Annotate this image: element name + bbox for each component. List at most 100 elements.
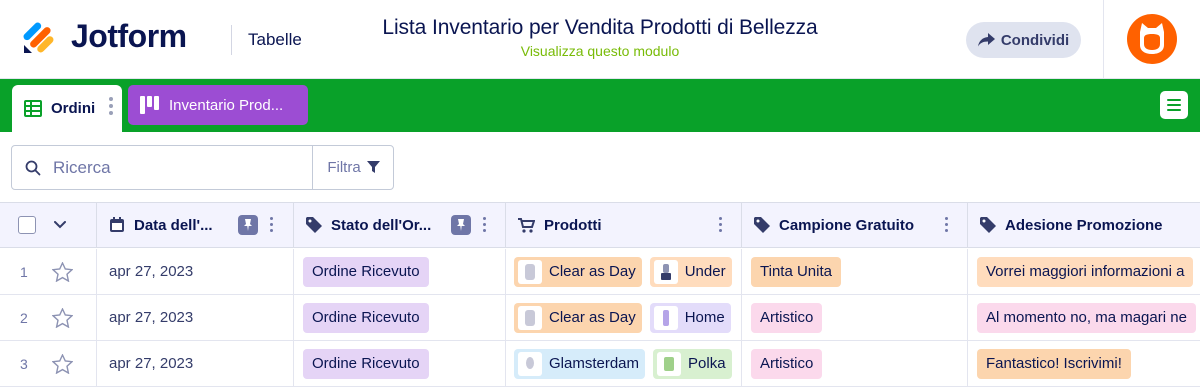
share-button[interactable]: Condividi: [966, 22, 1081, 58]
column-options-icon[interactable]: [719, 217, 722, 232]
board-icon: [140, 96, 159, 114]
star-icon[interactable]: [52, 261, 73, 282]
brand-name: Jotform: [71, 18, 187, 54]
table-header-row: Data dell'... Stato dell'Or... Prodotti: [0, 203, 1200, 248]
promo-badge: Al momento no, ma magari ne: [977, 302, 1196, 333]
column-label: Campione Gratuito: [779, 216, 915, 234]
jotform-logo[interactable]: Jotform: [22, 18, 187, 55]
date-cell[interactable]: apr 27, 2023: [97, 295, 294, 340]
product-thumbnail-icon: [653, 259, 678, 284]
column-label: Prodotti: [544, 216, 602, 234]
table-row[interactable]: 1 apr 27, 2023 Ordine Ricevuto Clear as …: [0, 249, 1200, 295]
jotform-logo-icon: [22, 19, 56, 55]
status-badge: Ordine Ricevuto: [303, 348, 429, 379]
top-header: Jotform Tabelle Lista Inventario per Ven…: [0, 0, 1200, 79]
product-chip: Under: [649, 256, 732, 287]
view-form-link[interactable]: Visualizza questo modulo: [330, 43, 870, 59]
product-chip: Home: [649, 302, 731, 333]
promo-badge: Fantastico! Iscrivimi!: [977, 348, 1131, 379]
product-thumbnail-icon: [518, 305, 542, 330]
table-row[interactable]: 2 apr 27, 2023 Ordine Ricevuto Clear as …: [0, 295, 1200, 341]
calendar-icon: [110, 217, 124, 232]
column-options-icon[interactable]: [945, 217, 948, 232]
chevron-down-icon[interactable]: [54, 221, 66, 229]
product-chip: Polka: [653, 348, 732, 379]
promo-cell[interactable]: Fantastico! Iscrivimi!: [968, 341, 1200, 386]
pin-icon[interactable]: [238, 215, 258, 235]
user-avatar-icon: [1140, 23, 1164, 54]
tab-inventario-label: Inventario Prod...: [169, 96, 284, 114]
search-icon: [25, 160, 41, 175]
date-cell[interactable]: apr 27, 2023: [97, 341, 294, 386]
products-cell[interactable]: Clear as Day Under: [506, 249, 742, 294]
product-chip: Clear as Day: [514, 256, 642, 287]
sample-badge: Tinta Unita: [751, 256, 841, 287]
status-badge: Ordine Ricevuto: [303, 256, 429, 287]
row-index-cell: 1: [0, 249, 97, 294]
tag-icon: [754, 217, 770, 233]
pin-icon[interactable]: [451, 215, 471, 235]
data-table: Data dell'... Stato dell'Or... Prodotti: [0, 202, 1200, 387]
star-icon[interactable]: [52, 307, 73, 328]
row-index-cell: 2: [0, 295, 97, 340]
column-header-campione[interactable]: Campione Gratuito: [742, 203, 968, 247]
search-box: Ricerca Filtra: [11, 145, 394, 190]
header-divider: [231, 25, 232, 55]
column-header-data[interactable]: Data dell'...: [97, 203, 294, 247]
section-label[interactable]: Tabelle: [248, 30, 302, 50]
tab-ordini[interactable]: Ordini: [12, 85, 122, 132]
column-header-stato[interactable]: Stato dell'Or...: [294, 203, 506, 247]
avatar[interactable]: [1127, 14, 1177, 64]
column-label: Data dell'...: [134, 216, 213, 234]
product-chip: Glamsterdam: [514, 348, 646, 379]
table-icon: [24, 100, 42, 117]
sample-cell[interactable]: Artistico: [742, 295, 968, 340]
table-tabs-bar: Ordini Inventario Prod...: [0, 79, 1200, 132]
promo-badge: Vorrei maggiori informazioni a: [977, 256, 1194, 287]
promo-cell[interactable]: Al momento no, ma magari ne: [968, 295, 1200, 340]
column-options-icon[interactable]: [270, 217, 273, 232]
tab-options-icon[interactable]: [109, 97, 113, 115]
header-divider-right: [1103, 0, 1104, 79]
tab-inventario[interactable]: Inventario Prod...: [128, 85, 308, 125]
search-input[interactable]: Ricerca: [53, 158, 298, 178]
status-cell[interactable]: Ordine Ricevuto: [294, 295, 506, 340]
status-cell[interactable]: Ordine Ricevuto: [294, 341, 506, 386]
date-cell[interactable]: apr 27, 2023: [97, 249, 294, 294]
tag-icon: [306, 217, 322, 233]
tag-icon: [980, 217, 996, 233]
product-thumbnail-icon: [518, 351, 542, 376]
promo-cell[interactable]: Vorrei maggiori informazioni a: [968, 249, 1200, 294]
status-cell[interactable]: Ordine Ricevuto: [294, 249, 506, 294]
row-number: 1: [20, 263, 28, 280]
product-thumbnail-icon: [657, 351, 682, 376]
table-row[interactable]: 3 apr 27, 2023 Ordine Ricevuto Glamsterd…: [0, 341, 1200, 387]
star-icon[interactable]: [52, 353, 73, 374]
column-label: Stato dell'Or...: [331, 216, 432, 234]
row-number: 2: [20, 309, 28, 326]
product-thumbnail-icon: [653, 305, 678, 330]
row-index-cell: 3: [0, 341, 97, 386]
products-cell[interactable]: Clear as Day Home: [506, 295, 742, 340]
row-number: 3: [20, 355, 28, 372]
select-all-cell: [0, 203, 97, 247]
share-arrow-icon: [977, 33, 995, 47]
share-label: Condividi: [1000, 31, 1070, 49]
product-chip: Clear as Day: [514, 302, 642, 333]
form-title-block: Lista Inventario per Vendita Prodotti di…: [330, 16, 870, 59]
tab-ordini-label: Ordini: [51, 100, 96, 117]
filter-funnel-icon: [366, 161, 380, 173]
filter-button[interactable]: Filtra: [312, 146, 394, 189]
sample-cell[interactable]: Tinta Unita: [742, 249, 968, 294]
page-title: Lista Inventario per Vendita Prodotti di…: [382, 16, 818, 39]
select-all-checkbox[interactable]: [18, 216, 36, 234]
sample-badge: Artistico: [751, 348, 823, 379]
column-header-prodotti[interactable]: Prodotti: [506, 203, 742, 247]
cart-icon: [518, 217, 535, 233]
column-options-icon[interactable]: [483, 217, 486, 232]
column-header-promozione[interactable]: Adesione Promozione: [968, 203, 1200, 247]
product-thumbnail-icon: [518, 259, 542, 284]
sample-cell[interactable]: Artistico: [742, 341, 968, 386]
products-cell[interactable]: Glamsterdam Polka: [506, 341, 742, 386]
hamburger-menu-icon[interactable]: [1160, 91, 1188, 119]
